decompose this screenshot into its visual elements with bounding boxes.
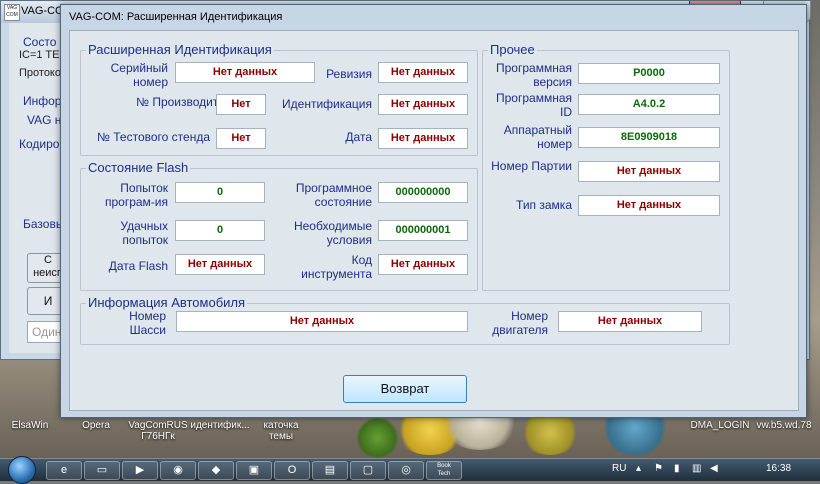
- chrome-icon[interactable]: ◎: [388, 461, 424, 480]
- prog-state-label: Программное состояние: [295, 181, 372, 209]
- date-flash-value: Нет данных: [175, 254, 265, 275]
- tool-code-value: Нет данных: [378, 254, 468, 275]
- hw-number-value: 8E0909018: [578, 127, 720, 148]
- media-player-icon[interactable]: ▶: [122, 461, 158, 480]
- image-viewer-icon[interactable]: ▤: [312, 461, 348, 480]
- chassis-value: Нет данных: [176, 311, 468, 332]
- group-header: Состояние Flash: [86, 160, 191, 175]
- desktop-icon-ident[interactable]: идентифик...: [190, 420, 250, 431]
- date-flash-label: Дата Flash: [108, 259, 168, 273]
- sw-version-label: Программная версия: [496, 61, 572, 89]
- desktop-icon-opera[interactable]: Opera: [76, 420, 116, 431]
- desktop-icon-dma-login[interactable]: DMA_LOGIN: [690, 420, 750, 431]
- app-icon[interactable]: ◆: [198, 461, 234, 480]
- tool-code-label: Код инструмента: [301, 253, 372, 281]
- test-stand-value: Нет: [216, 128, 266, 149]
- lock-value: Нет данных: [578, 195, 720, 216]
- volume-icon[interactable]: ◀: [710, 463, 718, 474]
- success-value: 0: [175, 220, 265, 241]
- date-label: Дата: [345, 130, 372, 144]
- serial-label: Серийный номер: [110, 61, 168, 89]
- hw-number-label: Аппаратный номер: [503, 123, 572, 151]
- date-value: Нет данных: [378, 128, 468, 149]
- dialog-client: Расширенная Идентификация Серийный номер…: [69, 30, 799, 411]
- state-label: Состо: [23, 35, 57, 49]
- ie-icon[interactable]: e: [46, 461, 82, 480]
- opera-icon[interactable]: O: [274, 461, 310, 480]
- desktop-icon-label: ElsaWin: [11, 420, 49, 431]
- protocol-label: Протоко: [19, 67, 61, 79]
- manufacturer-label: № Производителя: [136, 95, 238, 109]
- revision-label: Ревизия: [326, 67, 372, 81]
- desktop-icon-label: Opera: [82, 420, 110, 431]
- battery-icon[interactable]: ▮: [674, 463, 680, 474]
- engine-label: Номер двигателя: [492, 309, 548, 337]
- vagcom-logo-icon: VAG COM: [4, 4, 20, 21]
- book-app-button[interactable]: Book Tech: [426, 461, 462, 480]
- desktop-icon-vw[interactable]: vw.b5.wd.78: [752, 420, 816, 431]
- group-header: Информация Автомобиля: [86, 295, 248, 310]
- chassis-label: Номер Шасси: [129, 309, 166, 337]
- clock[interactable]: 16:38: [766, 463, 791, 474]
- dialog-title: VAG-COM: Расширенная Идентификация: [69, 11, 283, 23]
- desktop-icon-label: каточка темы: [263, 420, 299, 442]
- desktop-icon-label: DMA_LOGIN: [690, 420, 750, 431]
- folder-icon[interactable]: ▭: [84, 461, 120, 480]
- wallpaper-flower: [355, 418, 400, 458]
- attempts-label: Попыток програм-ия: [104, 181, 168, 209]
- flag-icon[interactable]: ⚑: [654, 463, 663, 474]
- terminal-icon[interactable]: ▣: [236, 461, 272, 480]
- basic-label: Базовы: [23, 217, 65, 231]
- group-header: Прочее: [488, 42, 537, 57]
- window-icon[interactable]: ▢: [350, 461, 386, 480]
- vag-label: VAG н: [27, 113, 62, 127]
- batch-value: Нет данных: [578, 161, 720, 182]
- group-header: Расширенная Идентификация: [86, 42, 274, 57]
- test-stand-label: № Тестового стенда: [97, 130, 210, 144]
- engine-value: Нет данных: [558, 311, 702, 332]
- taskbar: e ▭ ▶ ◉ ◆ ▣ O ▤ ▢ ◎ Book Tech RU ▴ ⚑ ▮ ▥…: [0, 456, 820, 484]
- network-icon[interactable]: ▥: [692, 463, 701, 474]
- desktop-icon-label: vw.b5.wd.78: [756, 420, 812, 431]
- desktop-icon-label: идентифик...: [190, 420, 250, 431]
- conditions-label: Необходимые условия: [293, 219, 372, 247]
- conditions-value: 000000001: [378, 220, 468, 241]
- desktop-icon-vagcom[interactable]: VagComRUS Г76НГк: [128, 420, 188, 442]
- sw-version-value: P0000: [578, 63, 720, 84]
- language-indicator[interactable]: RU: [612, 463, 626, 474]
- ic-label: IC=1 TE-: [19, 49, 64, 61]
- batch-label: Номер Партии: [491, 159, 572, 173]
- back-button[interactable]: Возврат: [343, 375, 467, 403]
- desktop-icon-theme[interactable]: каточка темы: [256, 420, 306, 442]
- success-label: Удачных попыток: [120, 219, 168, 247]
- tray-arrow-icon[interactable]: ▴: [636, 463, 641, 474]
- coding-label: Кодиро: [19, 137, 60, 151]
- sw-id-value: A4.0.2: [578, 94, 720, 115]
- sw-id-label: Программная ID: [496, 91, 572, 119]
- attempts-value: 0: [175, 182, 265, 203]
- firefox-icon[interactable]: ◉: [160, 461, 196, 480]
- identification-label: Идентификация: [282, 97, 372, 111]
- desktop-icon-elsawin[interactable]: ElsaWin: [10, 420, 50, 431]
- revision-value: Нет данных: [378, 62, 468, 83]
- extended-identification-dialog: VAG-COM: Расширенная Идентификация Расши…: [60, 4, 807, 418]
- serial-value: Нет данных: [175, 62, 315, 83]
- identification-value: Нет данных: [378, 94, 468, 115]
- manufacturer-value: Нет: [216, 94, 266, 115]
- prog-state-value: 000000000: [378, 182, 468, 203]
- info-label: Инфор: [23, 94, 62, 108]
- desktop-icon-label: VagComRUS Г76НГк: [128, 420, 188, 442]
- lock-label: Тип замка: [516, 198, 572, 212]
